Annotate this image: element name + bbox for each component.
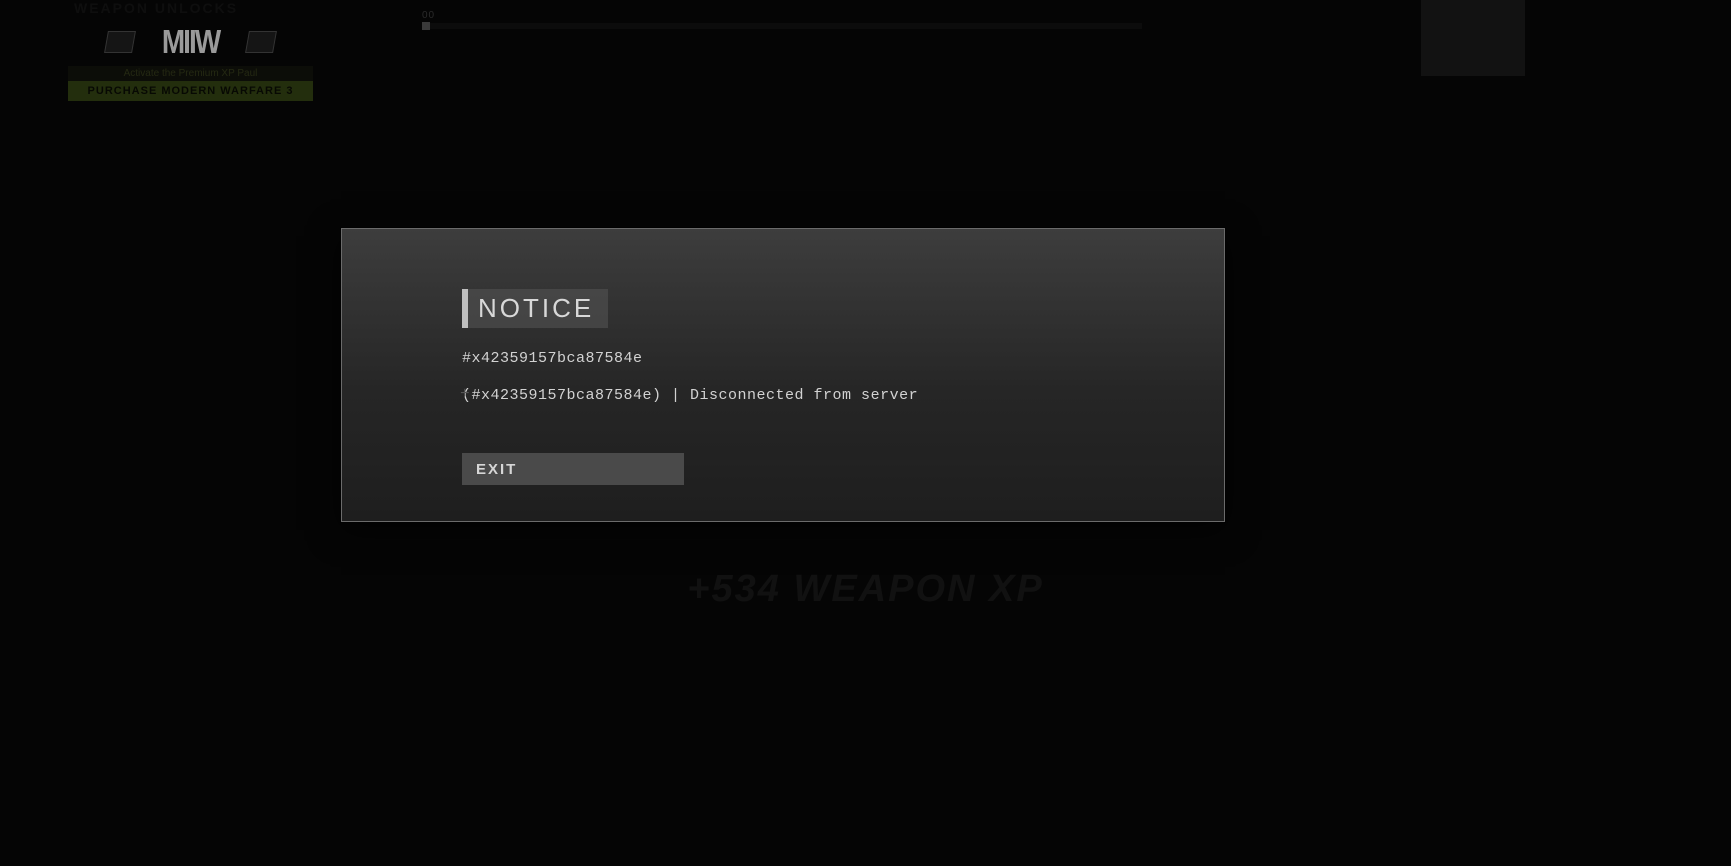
progress-hint: 00 <box>422 10 1142 26</box>
progress-track <box>422 23 1142 29</box>
error-message: (#x42359157bca87584e) | Disconnected fro… <box>462 387 1184 404</box>
error-code: #x42359157bca87584e <box>462 350 1184 367</box>
progress-label: 00 <box>422 10 1142 21</box>
progress-knob <box>422 22 430 30</box>
modal-body: NOTICE #x42359157bca87584e (#x42359157bc… <box>462 289 1184 404</box>
notice-modal: NOTICE #x42359157bca87584e (#x42359157bc… <box>341 228 1225 522</box>
plus-marker-icon: + <box>460 385 470 403</box>
notice-title: NOTICE <box>478 293 594 323</box>
exit-button-label: EXIT <box>476 461 517 478</box>
notice-title-pill: NOTICE <box>462 289 608 328</box>
background-xp-text: +534 WEAPON XP <box>687 568 1043 611</box>
exit-button[interactable]: EXIT <box>462 453 684 485</box>
top-right-panel <box>1421 0 1525 76</box>
